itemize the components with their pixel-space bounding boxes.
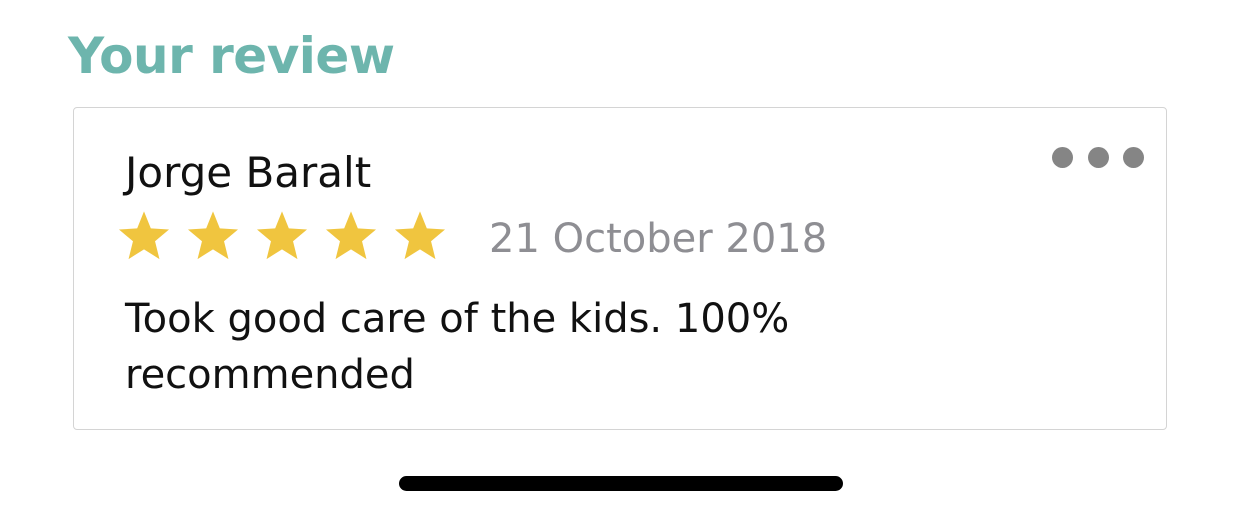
star-icon: [392, 208, 448, 264]
review-card: Jorge Baralt 21 October 2018 Took good c…: [73, 107, 1167, 430]
more-options-icon: [1087, 146, 1109, 168]
home-indicator[interactable]: [399, 476, 843, 491]
reviewer-name: Jorge Baralt: [125, 148, 372, 197]
review-text: Took good care of the kids. 100% recomme…: [125, 296, 790, 398]
star-icon: [185, 208, 241, 264]
more-options-icon: [1052, 146, 1073, 168]
review-date: 21 October 2018: [489, 216, 828, 262]
star-icon: [323, 208, 379, 264]
more-options-button[interactable]: [1052, 144, 1144, 170]
section-title: Your review: [68, 27, 395, 85]
star-icon: [116, 208, 172, 264]
star-rating: [116, 208, 461, 264]
more-options-icon: [1123, 146, 1144, 168]
star-icon: [254, 208, 310, 264]
